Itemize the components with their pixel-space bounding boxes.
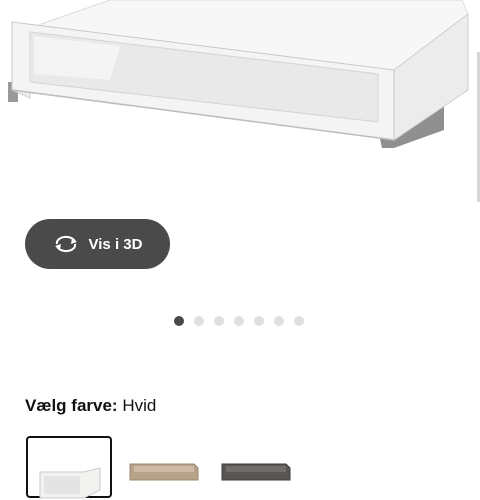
- carousel-dot[interactable]: [214, 316, 224, 326]
- product-image[interactable]: [0, 0, 480, 200]
- carousel-dot[interactable]: [254, 316, 264, 326]
- swatch-dark-grey[interactable]: [220, 436, 300, 496]
- swatch-beige-oak-drawer: [129, 463, 199, 481]
- drawer-illustration: [8, 0, 469, 148]
- carousel-dot[interactable]: [234, 316, 244, 326]
- swatch-dark-grey-drawer: [221, 463, 291, 481]
- view-3d-label: Vis i 3D: [88, 235, 143, 253]
- carousel-dot[interactable]: [294, 316, 304, 326]
- color-selected-value: Hvid: [122, 396, 157, 415]
- carousel-dot[interactable]: [274, 316, 284, 326]
- swatch-white-drawer: [39, 467, 101, 499]
- carousel-dot[interactable]: [194, 316, 204, 326]
- view-3d-button[interactable]: Vis i 3D: [25, 219, 170, 269]
- swatch-white[interactable]: [26, 436, 112, 499]
- carousel-pagination: [174, 316, 304, 326]
- color-picker-heading: Vælg farve: Hvid: [25, 396, 156, 416]
- color-label: Vælg farve:: [25, 396, 118, 415]
- rotate-360-icon: [53, 234, 79, 254]
- carousel-dot[interactable]: [174, 316, 184, 326]
- swatch-beige-oak[interactable]: [128, 436, 208, 496]
